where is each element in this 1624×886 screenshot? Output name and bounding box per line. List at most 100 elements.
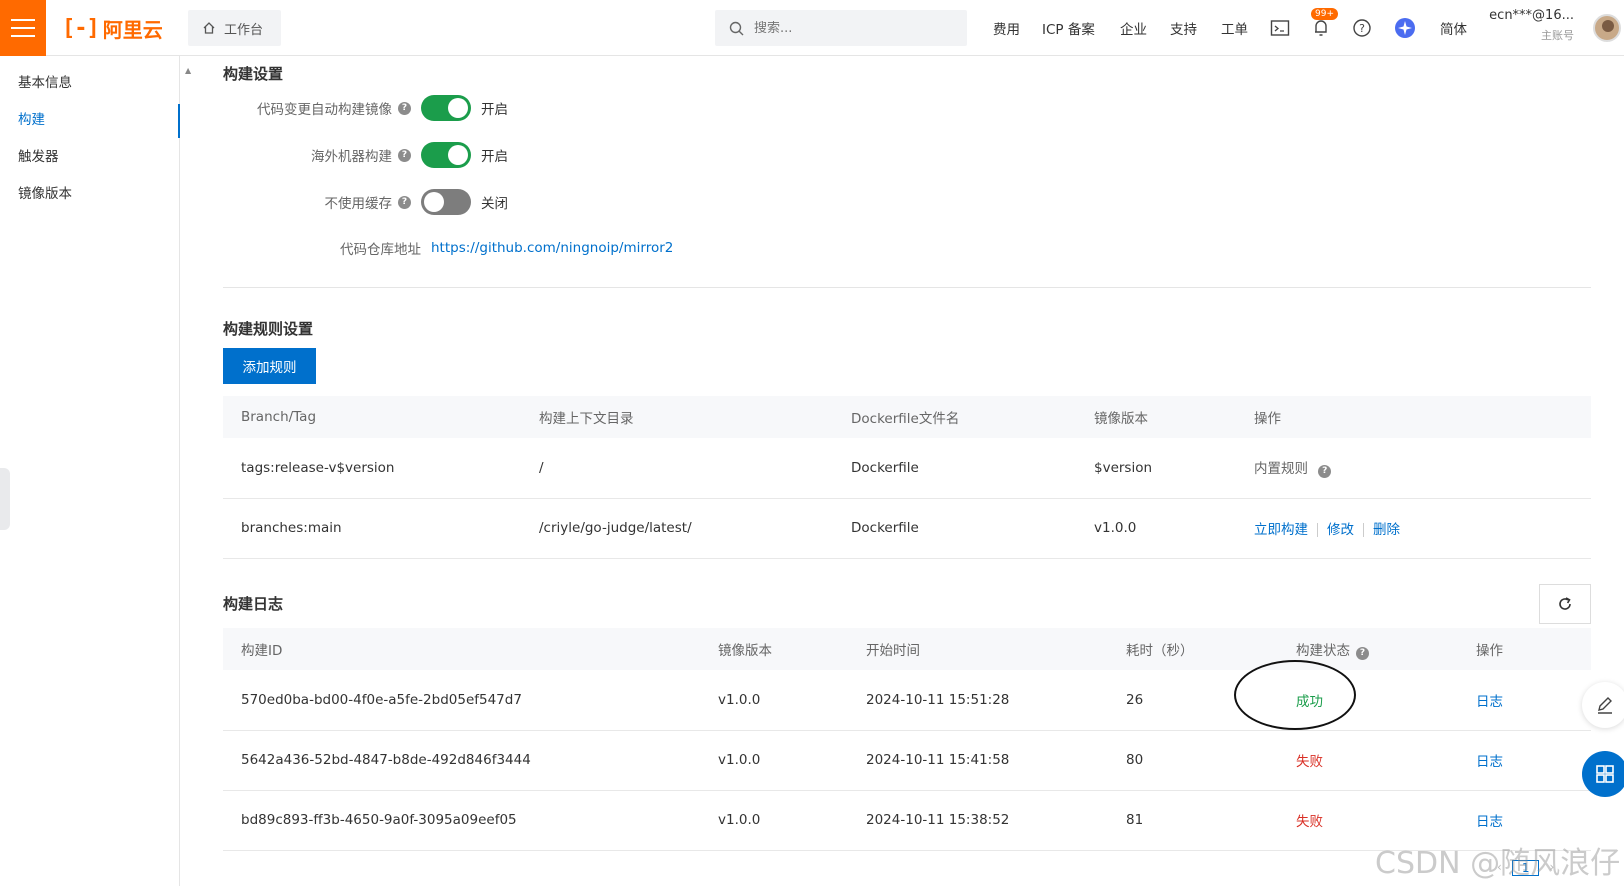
edit-link[interactable]: 修改: [1327, 522, 1354, 538]
workbench-button[interactable]: 工作台: [188, 10, 281, 46]
nav-billing[interactable]: 费用: [993, 18, 1020, 38]
apps-float-button[interactable]: [1582, 751, 1624, 797]
context-cell: /criyle/go-judge/latest/: [521, 498, 833, 559]
no-cache-state: 关闭: [481, 196, 508, 212]
scroll-up-arrow-icon[interactable]: ▲: [185, 66, 191, 75]
logo-text: 阿里云: [102, 17, 163, 42]
overseas-build-state: 开启: [481, 149, 508, 165]
action-cell: 内置规则 ?: [1236, 438, 1591, 499]
nav-support[interactable]: 支持: [1170, 18, 1197, 38]
table-row: tags:release-v$version / Dockerfile $ver…: [223, 438, 1591, 499]
version-cell: v1.0.0: [700, 790, 848, 851]
dockerfile-cell: Dockerfile: [833, 438, 1076, 499]
version-cell: v1.0.0: [700, 730, 848, 791]
no-cache-row: 不使用缓存 ? 关闭: [223, 188, 508, 216]
pencil-icon: [1598, 697, 1612, 714]
divider: [223, 287, 1591, 288]
search-box[interactable]: [715, 10, 967, 46]
help-icon[interactable]: ?: [1350, 16, 1374, 40]
column-header: 构建上下文目录: [521, 396, 833, 438]
build-id-cell: 570ed0ba-bd00-4f0e-a5fe-2bd05ef547d7: [223, 670, 700, 731]
delete-link[interactable]: 删除: [1373, 522, 1400, 538]
no-cache-toggle[interactable]: [421, 189, 471, 215]
column-header: 开始时间: [848, 628, 1108, 670]
table-row: branches:main /criyle/go-judge/latest/ D…: [223, 498, 1591, 559]
column-header: 构建ID: [223, 628, 700, 670]
help-icon[interactable]: ?: [398, 101, 411, 115]
duration-cell: 81: [1108, 790, 1278, 851]
sidebar-item-trigger[interactable]: 触发器: [0, 139, 179, 176]
sidebar-item-image-version[interactable]: 镜像版本: [0, 176, 179, 213]
overseas-build-row: 海外机器构建 ? 开启: [223, 141, 508, 169]
add-rule-button[interactable]: 添加规则: [223, 348, 316, 384]
help-icon[interactable]: ?: [1318, 465, 1332, 479]
status-header-label: 构建状态: [1296, 642, 1350, 659]
collapse-handle[interactable]: [0, 468, 10, 530]
build-id-cell: bd89c893-ff3b-4650-9a0f-3095a09eef05: [223, 790, 700, 851]
version-cell: $version: [1076, 438, 1236, 499]
table-row: 570ed0ba-bd00-4f0e-a5fe-2bd05ef547d7 v1.…: [223, 670, 1591, 731]
hamburger-menu-icon[interactable]: [0, 0, 46, 56]
notification-badge: 99+: [1311, 8, 1338, 20]
repo-row: 代码仓库地址 https://github.com/ningnoip/mirro…: [223, 234, 673, 262]
build-logs-title: 构建日志: [223, 595, 284, 613]
column-header: Branch/Tag: [223, 396, 521, 438]
context-cell: /: [521, 438, 833, 499]
search-input[interactable]: [754, 20, 954, 36]
build-rules-table: Branch/Tag 构建上下文目录 Dockerfile文件名 镜像版本 操作…: [223, 396, 1591, 559]
aliyun-logo[interactable]: [-] 阿里云: [62, 14, 163, 42]
workbench-label: 工作台: [224, 22, 264, 38]
version-cell: v1.0.0: [700, 670, 848, 731]
column-header: Dockerfile文件名: [833, 396, 1076, 438]
branch-tag-cell: branches:main: [223, 498, 521, 559]
help-icon[interactable]: ?: [398, 195, 411, 209]
home-icon: [203, 22, 215, 34]
build-settings-title: 构建设置: [223, 65, 284, 83]
auto-build-label: 代码变更自动构建镜像: [257, 102, 392, 118]
overseas-build-toggle[interactable]: [421, 142, 471, 168]
nav-ticket[interactable]: 工单: [1221, 18, 1248, 38]
avatar[interactable]: [1593, 14, 1621, 42]
table-header-row: 构建ID 镜像版本 开始时间 耗时（秒） 构建状态? 操作: [223, 628, 1591, 670]
column-header: 镜像版本: [1076, 396, 1236, 438]
sidebar-item-basic-info[interactable]: 基本信息: [0, 65, 179, 102]
ai-assistant-icon[interactable]: [1393, 16, 1417, 40]
svg-text:?: ?: [1359, 22, 1365, 35]
column-header: 操作: [1236, 396, 1591, 438]
separator: [1363, 523, 1364, 537]
sidebar-item-build[interactable]: 构建: [0, 102, 180, 139]
nav-icp[interactable]: ICP 备案: [1042, 18, 1095, 38]
auto-build-state: 开启: [481, 102, 508, 118]
branch-tag-cell: tags:release-v$version: [223, 438, 521, 499]
hand-drawn-circle-annotation: [1234, 660, 1356, 730]
repo-link[interactable]: https://github.com/ningnoip/mirror2: [431, 240, 673, 256]
build-now-link[interactable]: 立即构建: [1254, 522, 1308, 538]
sidebar: 基本信息 构建 触发器 镜像版本: [0, 56, 180, 886]
auto-build-toggle[interactable]: [421, 95, 471, 121]
repo-label: 代码仓库地址: [340, 242, 421, 258]
table-row: 5642a436-52bd-4847-b8de-492d846f3444 v1.…: [223, 730, 1591, 791]
build-rules-title: 构建规则设置: [223, 320, 314, 338]
table-header-row: Branch/Tag 构建上下文目录 Dockerfile文件名 镜像版本 操作: [223, 396, 1591, 438]
build-id-cell: 5642a436-52bd-4847-b8de-492d846f3444: [223, 730, 700, 791]
account-role: 主账号: [1541, 29, 1574, 42]
duration-cell: 80: [1108, 730, 1278, 791]
log-link[interactable]: 日志: [1458, 670, 1591, 731]
terminal-icon[interactable]: [1268, 16, 1292, 40]
log-link[interactable]: 日志: [1458, 730, 1591, 791]
nav-enterprise[interactable]: 企业: [1120, 18, 1147, 38]
help-icon[interactable]: ?: [398, 148, 411, 162]
auto-build-row: 代码变更自动构建镜像 ? 开启: [223, 94, 508, 122]
start-time-cell: 2024-10-11 15:38:52: [848, 790, 1108, 851]
help-icon[interactable]: ?: [1356, 646, 1369, 660]
start-time-cell: 2024-10-11 15:41:58: [848, 730, 1108, 791]
search-icon: [729, 21, 744, 35]
refresh-button[interactable]: [1539, 584, 1591, 624]
version-cell: v1.0.0: [1076, 498, 1236, 559]
account-info[interactable]: ecn***@16... 主账号: [1482, 8, 1574, 43]
start-time-cell: 2024-10-11 15:51:28: [848, 670, 1108, 731]
language-switch[interactable]: 简体: [1440, 18, 1467, 38]
edit-float-button[interactable]: [1582, 682, 1624, 728]
column-header: 镜像版本: [700, 628, 848, 670]
logo-mark-icon: [-]: [62, 15, 100, 41]
